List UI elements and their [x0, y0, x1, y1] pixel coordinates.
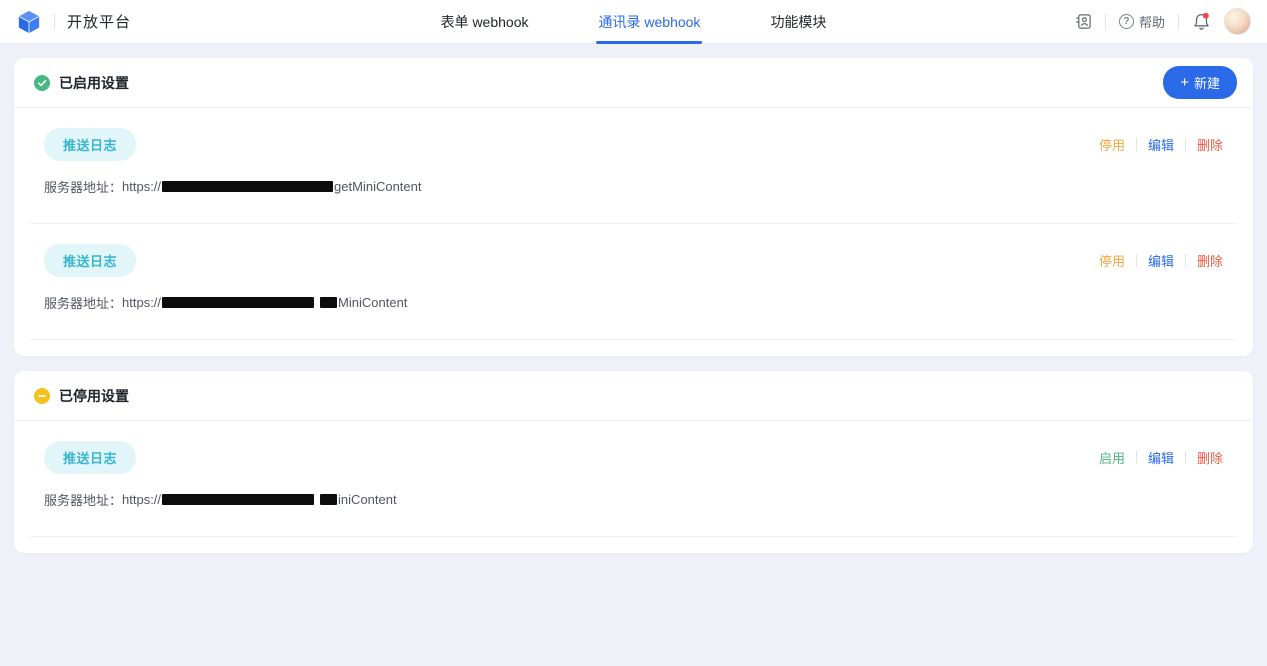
redaction-bar [162, 297, 314, 308]
redaction-bar [162, 181, 333, 192]
header-divider [54, 14, 55, 30]
server-address-label: 服务器地址： [44, 177, 122, 196]
topbar-actions: ? 帮助 [1075, 8, 1251, 35]
redaction-bar [320, 494, 337, 505]
url-tail: iniContent [338, 492, 397, 507]
section-title-disabled: 已停用设置 [59, 386, 129, 406]
action-divider [1185, 254, 1186, 267]
action-divider [1136, 451, 1137, 464]
action-divider [1136, 254, 1137, 267]
help-question-icon: ? [1119, 14, 1134, 29]
header-divider [1105, 14, 1106, 30]
help-label: 帮助 [1139, 12, 1165, 31]
edit-link[interactable]: 编辑 [1148, 135, 1174, 154]
top-navigation-bar: 开放平台 表单 webhook 通讯录 webhook 功能模块 ? 帮助 [0, 0, 1267, 44]
webhook-entry: 推送日志 启用 编辑 删除 服务器地址：https:// iniContent [30, 421, 1237, 537]
address-book-icon[interactable] [1075, 13, 1092, 30]
section-title-enabled: 已启用设置 [59, 73, 129, 93]
disable-link[interactable]: 停用 [1099, 251, 1125, 270]
edit-link[interactable]: 编辑 [1148, 448, 1174, 467]
webhook-entry: 推送日志 停用 编辑 删除 服务器地址：https:// getMiniConte… [30, 108, 1237, 224]
url-tail: MiniContent [338, 295, 407, 310]
disable-link[interactable]: 停用 [1099, 135, 1125, 154]
server-address: 服务器地址：https:// getMiniContent [44, 177, 1223, 196]
enable-link[interactable]: 启用 [1099, 448, 1125, 467]
redaction-bar [162, 494, 314, 505]
action-divider [1185, 138, 1186, 151]
content-area: 已启用设置 + 新建 推送日志 停用 编辑 删除 服务器地址：https://g [0, 44, 1267, 582]
primary-tabs: 表单 webhook 通讯录 webhook 功能模块 [441, 0, 827, 44]
brand: 开放平台 [16, 9, 131, 35]
delete-link[interactable]: 删除 [1197, 251, 1223, 270]
webhook-entry: 推送日志 停用 编辑 删除 服务器地址：https:// MiniContent [30, 224, 1237, 340]
plus-icon: + [1180, 75, 1189, 90]
url-tail: getMiniContent [334, 179, 421, 194]
server-address-label: 服务器地址： [44, 490, 122, 509]
tab-contacts-webhook[interactable]: 通讯录 webhook [599, 0, 701, 44]
enabled-settings-card: 已启用设置 + 新建 推送日志 停用 编辑 删除 服务器地址：https://g [14, 58, 1253, 356]
push-log-badge[interactable]: 推送日志 [44, 441, 136, 474]
help-button[interactable]: ? 帮助 [1119, 12, 1165, 31]
action-divider [1185, 451, 1186, 464]
disabled-settings-card: 已停用设置 推送日志 启用 编辑 删除 服务器地址：https:// iniCon… [14, 371, 1253, 553]
notification-bell-icon[interactable] [1192, 12, 1211, 31]
action-divider [1136, 138, 1137, 151]
push-log-badge[interactable]: 推送日志 [44, 244, 136, 277]
url-prefix: https:// [122, 492, 161, 507]
entry-actions: 停用 编辑 删除 [1099, 251, 1223, 270]
url-prefix: https:// [122, 179, 161, 194]
edit-link[interactable]: 编辑 [1148, 251, 1174, 270]
url-prefix: https:// [122, 295, 161, 310]
app-logo-cube-icon[interactable] [16, 9, 42, 35]
entry-actions: 停用 编辑 删除 [1099, 135, 1223, 154]
minus-circle-icon [34, 388, 50, 404]
tab-form-webhook[interactable]: 表单 webhook [441, 0, 529, 44]
disabled-settings-header: 已停用设置 [14, 371, 1253, 421]
enabled-settings-header: 已启用设置 + 新建 [14, 58, 1253, 108]
delete-link[interactable]: 删除 [1197, 448, 1223, 467]
server-address: 服务器地址：https:// iniContent [44, 490, 1223, 509]
server-address: 服务器地址：https:// MiniContent [44, 293, 1223, 312]
redaction-bar [320, 297, 337, 308]
user-avatar[interactable] [1224, 8, 1251, 35]
push-log-badge[interactable]: 推送日志 [44, 128, 136, 161]
check-circle-icon [34, 75, 50, 91]
server-address-label: 服务器地址： [44, 293, 122, 312]
tab-function-modules[interactable]: 功能模块 [770, 0, 826, 44]
new-webhook-button[interactable]: + 新建 [1163, 66, 1237, 99]
new-button-label: 新建 [1194, 73, 1220, 92]
header-divider [1178, 14, 1179, 30]
page-title: 开放平台 [67, 11, 131, 32]
entry-actions: 启用 编辑 删除 [1099, 448, 1223, 467]
delete-link[interactable]: 删除 [1197, 135, 1223, 154]
